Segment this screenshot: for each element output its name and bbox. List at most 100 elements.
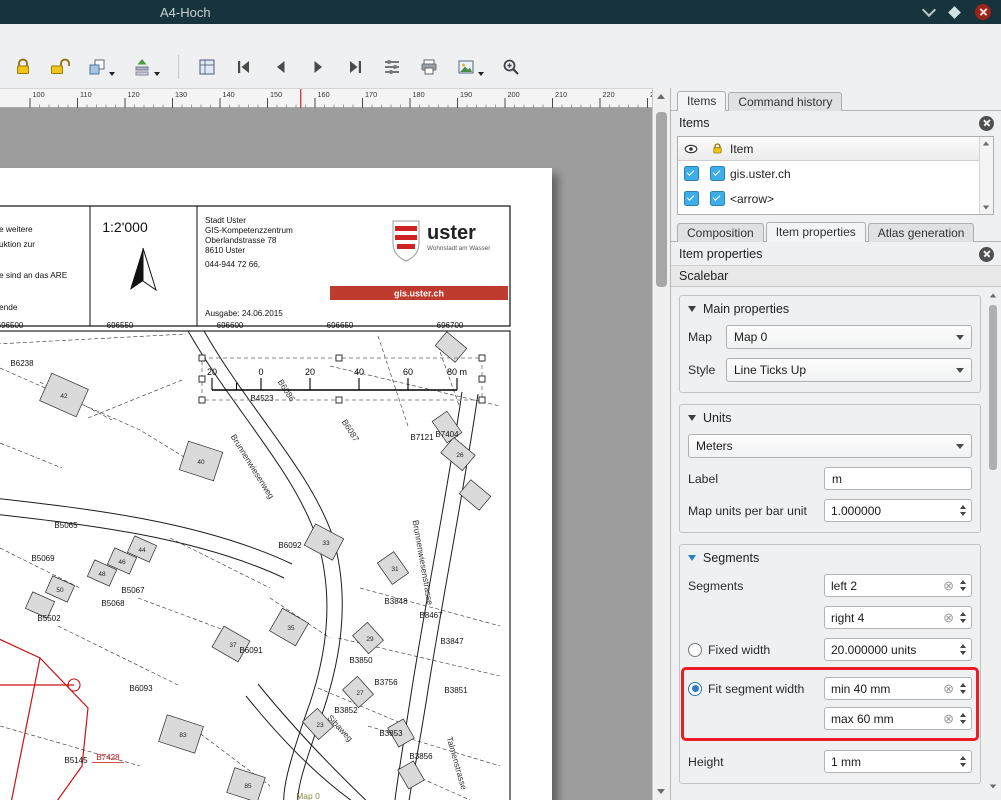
group-segments-toggle[interactable]: Segments (688, 551, 972, 565)
unit-label-label: Label (688, 472, 824, 486)
titlebar: A4-Hoch (0, 0, 1001, 24)
scroll-up-icon[interactable] (657, 94, 665, 99)
visibility-checkbox[interactable] (684, 166, 699, 181)
spinner-arrows-icon[interactable] (955, 683, 971, 694)
spinner-arrows-icon[interactable] (955, 756, 971, 767)
window-controls (924, 0, 991, 24)
svg-text:170: 170 (365, 90, 377, 99)
clear-icon[interactable]: ⊗ (943, 579, 954, 592)
atlas-first-feature-button[interactable] (231, 54, 257, 80)
svg-text:33: 33 (322, 540, 330, 547)
units-combobox[interactable]: Meters (688, 434, 972, 458)
items-list-header: Item (678, 137, 993, 161)
svg-text:Map 0: Map 0 (296, 791, 320, 800)
raise-items-button[interactable] (129, 54, 163, 80)
tab-composition[interactable]: Composition (677, 223, 764, 242)
atlas-last-feature-button[interactable] (342, 54, 368, 80)
svg-text:0: 0 (258, 367, 263, 377)
group-main-properties-toggle[interactable]: Main properties (688, 302, 972, 316)
composer-canvas[interactable]: e weitere uktion zur e sind an das ARE e… (0, 108, 652, 800)
svg-text:100: 100 (33, 90, 45, 99)
svg-text:29: 29 (366, 636, 374, 643)
svg-text:46: 46 (118, 559, 126, 566)
fixed-width-radio-option[interactable]: Fixed width (688, 643, 824, 657)
fixed-width-spinbox[interactable]: 20.000000 units (824, 638, 972, 661)
scroll-down-icon[interactable] (990, 785, 996, 789)
segments-left-spinbox[interactable]: left 2 ⊗ (824, 574, 972, 597)
page-a4[interactable]: e weitere uktion zur e sind an das ARE e… (0, 168, 552, 800)
group-items-button[interactable] (84, 54, 118, 80)
svg-text:60: 60 (403, 367, 413, 377)
spinner-arrows-icon[interactable] (955, 580, 971, 591)
group-units-toggle[interactable]: Units (688, 411, 972, 425)
tab-item-properties[interactable]: Item properties (766, 222, 866, 242)
max-width-spinbox[interactable]: max 60 mm ⊗ (824, 707, 972, 730)
scrollbar-thumb[interactable] (656, 112, 667, 287)
svg-text:50: 50 (56, 587, 64, 594)
segments-label: Segments (688, 579, 824, 593)
close-window-button[interactable] (975, 4, 991, 20)
visibility-checkbox[interactable] (684, 191, 699, 206)
tab-command-history[interactable]: Command history (728, 92, 842, 111)
svg-text:42: 42 (60, 393, 68, 400)
height-label: Height (688, 755, 824, 769)
map-units-per-bar-spinbox[interactable]: 1.000000 (824, 499, 972, 522)
svg-text:B3847: B3847 (440, 637, 464, 646)
radio-icon[interactable] (688, 643, 702, 657)
lock-items-button[interactable] (10, 54, 36, 80)
segments-right-spinbox[interactable]: right 4 ⊗ (824, 606, 972, 629)
scroll-down-icon[interactable] (657, 789, 665, 794)
collapse-arrow-icon (688, 415, 696, 421)
clear-icon[interactable]: ⊗ (943, 712, 954, 725)
svg-text:220: 220 (603, 90, 615, 99)
clear-icon[interactable]: ⊗ (943, 682, 954, 695)
lock-checkbox[interactable] (710, 166, 725, 181)
items-list-scrollbar[interactable] (979, 137, 993, 214)
atlas-settings-button[interactable] (379, 54, 405, 80)
spinner-arrows-icon[interactable] (955, 713, 971, 724)
shade-window-icon[interactable] (922, 3, 936, 17)
atlas-previous-feature-button[interactable] (268, 54, 294, 80)
annotation-highlight: Fit segment width min 40 mm ⊗ max 60 mm … (681, 667, 979, 741)
height-spinbox[interactable]: 1 mm (824, 750, 972, 773)
item-type-header: Scalebar (671, 265, 1001, 287)
item-row-scalebar[interactable]: gis.uster.ch (678, 161, 993, 186)
properties-scrollbar[interactable] (988, 293, 998, 789)
tab-items[interactable]: Items (677, 91, 726, 111)
spinner-arrows-icon[interactable] (955, 644, 971, 655)
unit-label-input[interactable]: m (824, 467, 972, 490)
min-width-spinbox[interactable]: min 40 mm ⊗ (824, 677, 972, 700)
tab-atlas-generation[interactable]: Atlas generation (868, 223, 975, 242)
group-units: Units Meters Label m Map units per bar u… (679, 404, 981, 533)
items-dock-close-button[interactable] (979, 116, 994, 131)
scroll-up-icon[interactable] (983, 142, 989, 146)
canvas-vscrollbar[interactable] (652, 88, 670, 800)
style-label: Style (688, 363, 726, 377)
atlas-preview-button[interactable] (194, 54, 220, 80)
fit-segment-width-radio-option[interactable]: Fit segment width (688, 682, 824, 696)
item-properties-close-button[interactable] (979, 247, 994, 262)
atlas-next-feature-button[interactable] (305, 54, 331, 80)
svg-text:B4523: B4523 (250, 394, 274, 403)
radio-checked-icon[interactable] (688, 682, 702, 696)
svg-text:85: 85 (244, 783, 252, 790)
item-row-arrow[interactable]: <arrow> (678, 186, 993, 211)
zoom-full-button[interactable] (498, 54, 524, 80)
scroll-down-icon[interactable] (983, 206, 989, 210)
svg-text:31: 31 (391, 566, 399, 573)
unlock-items-button[interactable] (47, 54, 73, 80)
fixed-width-label: Fixed width (708, 643, 770, 657)
keep-above-icon[interactable] (948, 6, 961, 19)
spinner-arrows-icon[interactable] (955, 612, 971, 623)
clear-icon[interactable]: ⊗ (943, 611, 954, 624)
scrollbar-thumb[interactable] (989, 305, 997, 470)
map-combobox[interactable]: Map 0 (726, 325, 972, 349)
lock-checkbox[interactable] (710, 191, 725, 206)
export-atlas-button[interactable] (453, 54, 487, 80)
scroll-up-icon[interactable] (990, 294, 996, 298)
svg-text:B3852: B3852 (334, 706, 358, 715)
map-item[interactable]: 696500696550696600696650696700 B7428 424… (0, 321, 510, 800)
print-atlas-button[interactable] (416, 54, 442, 80)
spinner-arrows-icon[interactable] (955, 505, 971, 516)
style-combobox[interactable]: Line Ticks Up (726, 358, 972, 382)
